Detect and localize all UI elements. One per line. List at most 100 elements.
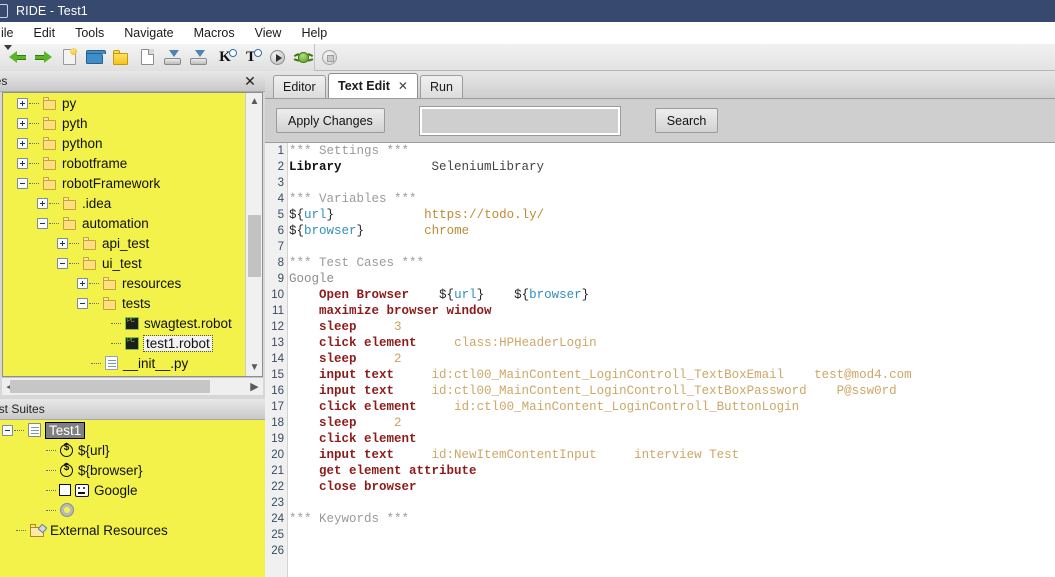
code-line[interactable]: click element [289, 431, 1055, 447]
menu-item-macros[interactable]: Macros [184, 22, 245, 44]
save-icon[interactable] [160, 44, 186, 71]
tree-item[interactable]: automation [3, 213, 245, 233]
expand-icon[interactable] [17, 137, 28, 149]
code-line[interactable]: Google [289, 271, 1055, 287]
expand-icon[interactable] [37, 197, 48, 209]
code-line[interactable]: Open Browser ${url} ${browser} [289, 287, 1055, 303]
tree-item[interactable]: ${url} [0, 440, 265, 460]
folder-icon[interactable] [108, 44, 134, 71]
scrollbar-thumb[interactable] [248, 215, 261, 277]
code-line[interactable]: click element class:HPHeaderLogin [289, 335, 1055, 351]
tree-item[interactable]: tests [3, 293, 245, 313]
tree-item[interactable]: pyth [3, 113, 245, 133]
tree-item[interactable]: .idea [3, 193, 245, 213]
chevron-down-icon[interactable] [1, 44, 15, 54]
code-line[interactable]: maximize browser window [289, 303, 1055, 319]
code-line[interactable]: close browser [289, 479, 1055, 495]
tree-item[interactable]: test1.robot [3, 333, 245, 353]
expand-icon[interactable] [17, 97, 28, 109]
search-button[interactable]: Search [654, 108, 719, 133]
tab-text-edit[interactable]: Text Edit ✕ [328, 73, 418, 98]
code-line[interactable] [289, 175, 1055, 191]
search-tests-icon[interactable]: T [238, 44, 264, 71]
code-line[interactable]: sleep 3 [289, 319, 1055, 335]
stop-icon[interactable] [316, 44, 342, 71]
code-line[interactable] [289, 239, 1055, 255]
files-tree-horizontal-scrollbar[interactable]: ◀ ▶ [2, 377, 263, 395]
tree-item[interactable]: robotframe [3, 153, 245, 173]
code-line[interactable]: input text id:ctl00_MainContent_LoginCon… [289, 367, 1055, 383]
files-tree[interactable]: py pyth python robotframe robotFramework .ide… [2, 92, 263, 377]
chevron-up-icon[interactable]: ▲ [246, 93, 262, 110]
close-icon[interactable]: ✕ [398, 79, 408, 93]
tree-item[interactable]: ${browser} [0, 460, 265, 480]
search-keyword-icon[interactable]: K [212, 44, 238, 71]
files-tree-vertical-scrollbar[interactable]: ▲ ▼ [245, 93, 262, 376]
menu-item-edit[interactable]: Edit [24, 22, 66, 44]
expand-icon[interactable] [57, 237, 68, 249]
new-file-icon[interactable] [134, 44, 160, 71]
code-line[interactable]: input text id:NewItemContentInput interv… [289, 447, 1055, 463]
forward-icon[interactable] [30, 44, 56, 71]
code-line[interactable]: *** Keywords *** [289, 511, 1055, 527]
tree-item-checkbox[interactable] [59, 484, 71, 496]
menu-item-view[interactable]: View [245, 22, 292, 44]
tree-item[interactable]: ui_test [3, 253, 245, 273]
suites-tree[interactable]: Test1 ${url} ${browser} Google External Reso… [0, 420, 265, 577]
tree-item[interactable]: swagtest.robot [3, 313, 245, 333]
tree-item[interactable]: Google [0, 480, 265, 500]
apply-changes-button[interactable]: Apply Changes [276, 108, 385, 133]
collapse-icon[interactable] [17, 177, 28, 189]
code-line[interactable]: *** Settings *** [289, 143, 1055, 159]
tree-item[interactable]: resources [3, 273, 245, 293]
code-line[interactable] [289, 495, 1055, 511]
open-folder-icon[interactable] [82, 44, 108, 71]
menu-item-tools[interactable]: Tools [65, 22, 114, 44]
tree-item[interactable]: python [3, 133, 245, 153]
code-content[interactable]: *** Settings *** Library SeleniumLibrary … [289, 143, 1055, 577]
menu-item-navigate[interactable]: Navigate [114, 22, 183, 44]
collapse-icon[interactable] [57, 257, 68, 269]
run-icon[interactable] [264, 44, 290, 71]
collapse-icon[interactable] [37, 217, 48, 229]
expand-icon[interactable] [77, 277, 88, 289]
chevron-right-icon[interactable]: ▶ [246, 378, 263, 395]
code-line[interactable]: sleep 2 [289, 415, 1055, 431]
code-line[interactable]: get element attribute [289, 463, 1055, 479]
code-line[interactable]: *** Test Cases *** [289, 255, 1055, 271]
tree-item[interactable]: py [3, 93, 245, 113]
tab-editor[interactable]: Editor [273, 75, 326, 98]
code-line[interactable]: sleep 2 [289, 351, 1055, 367]
code-line[interactable]: click element id:ctl00_MainContent_Login… [289, 399, 1055, 415]
code-token: *** Variables *** [289, 192, 417, 206]
menu-item-help[interactable]: Help [291, 22, 337, 44]
code-line[interactable] [289, 543, 1055, 559]
close-icon[interactable]: ✕ [243, 74, 257, 88]
tab-run[interactable]: Run [420, 75, 463, 98]
new-project-icon[interactable] [56, 44, 82, 71]
collapse-icon[interactable] [77, 297, 88, 309]
code-line[interactable]: Library SeleniumLibrary [289, 159, 1055, 175]
tree-item[interactable]: api_test [3, 233, 245, 253]
tree-item[interactable]: Test1 [0, 420, 265, 440]
code-line[interactable]: ${url} https://todo.ly/ [289, 207, 1055, 223]
tree-item[interactable]: External Resources [0, 520, 265, 540]
expand-icon[interactable] [17, 157, 28, 169]
chevron-down-icon[interactable]: ▼ [246, 359, 262, 376]
debug-icon[interactable] [290, 44, 316, 71]
code-line[interactable] [289, 527, 1055, 543]
expand-icon[interactable] [17, 117, 28, 129]
tree-item[interactable]: __init__.py [3, 353, 245, 373]
code-line[interactable]: input text id:ctl00_MainContent_LoginCon… [289, 383, 1055, 399]
save-all-icon[interactable] [186, 44, 212, 71]
code-line[interactable]: ${browser} chrome [289, 223, 1055, 239]
code-line[interactable]: *** Variables *** [289, 191, 1055, 207]
tree-item[interactable]: robotFramework [3, 173, 245, 193]
menu-item-ile[interactable]: ile [0, 22, 24, 44]
tree-item[interactable] [0, 500, 265, 520]
collapse-icon[interactable] [2, 424, 13, 436]
code-editor[interactable]: 1 2 3 4 5 6 7 8 9 10 11 12 13 14 15 16 17 18 19 20 21 22 23 24 2… [265, 142, 1055, 577]
search-input[interactable] [418, 105, 621, 136]
scrollbar-thumb[interactable] [10, 380, 210, 393]
